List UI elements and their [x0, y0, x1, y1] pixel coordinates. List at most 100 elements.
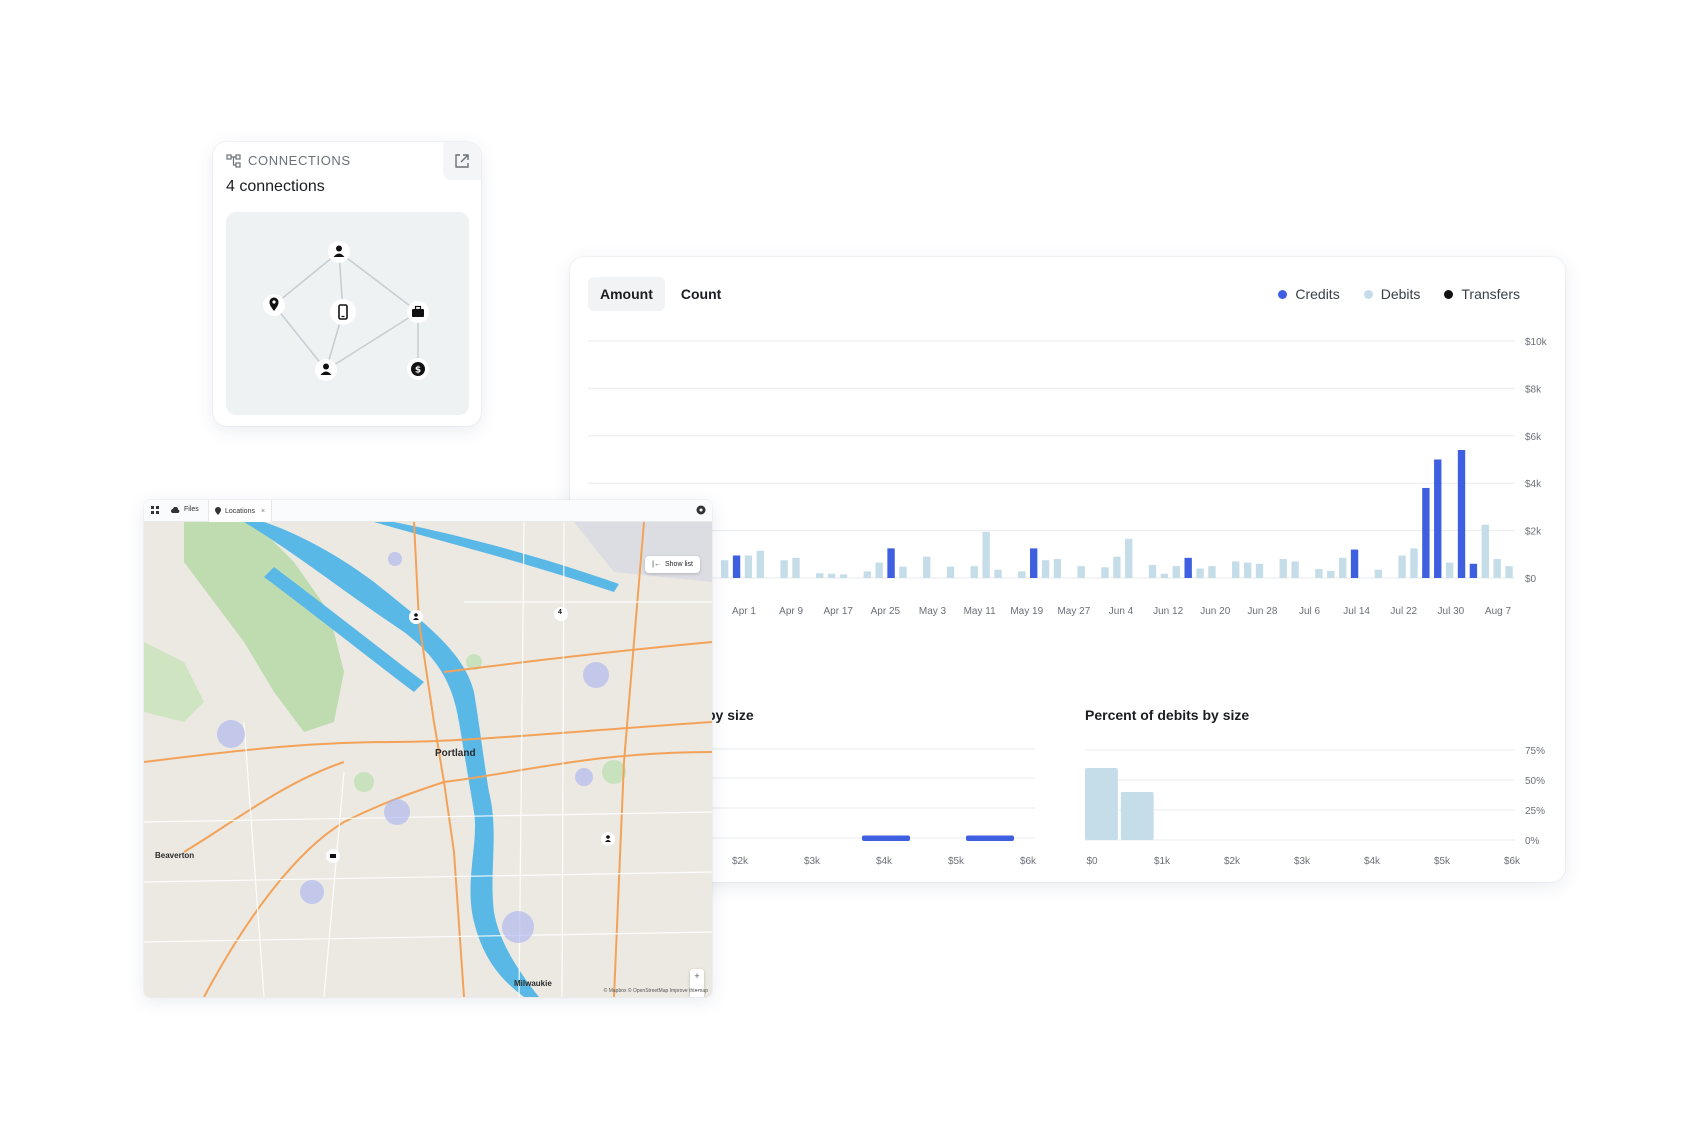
x-tick-label: $5k [1434, 856, 1451, 867]
debit-bar [1338, 557, 1347, 578]
x-tick-label: Apr 9 [779, 606, 803, 617]
debit-bar [1232, 561, 1240, 578]
debit-bar [756, 550, 765, 578]
credit-bar [1029, 548, 1038, 578]
node-location-pin-icon[interactable] [263, 294, 285, 316]
debit-bar [1018, 571, 1026, 578]
node-phone-icon[interactable] [330, 299, 356, 325]
svg-text:$: $ [415, 366, 421, 376]
debit-size-bar [1085, 768, 1118, 840]
open-external-button[interactable] [443, 142, 481, 180]
credit-bar [1184, 557, 1192, 578]
amount-over-time-chart: $0 $2k $4k $6k $8k $10k Apr 1 Apr 9 Apr 17 Apr 25… [588, 337, 1548, 867]
x-tick-label: Apr 25 [871, 606, 901, 617]
credit-bar [1422, 487, 1430, 578]
debit-bar [1172, 566, 1180, 578]
show-list-label: Show list [664, 561, 693, 568]
x-tick-label: Aug 7 [1485, 606, 1512, 617]
credits-by-size-title: by size [707, 707, 754, 723]
x-tick-label: Jul 6 [1299, 606, 1321, 617]
y-tick-label: 25% [1525, 806, 1545, 817]
x-tick-label: May 11 [964, 606, 996, 617]
tab-locations-label: Locations [225, 507, 255, 515]
map-label-milwaukie: Milwaukie [514, 979, 552, 988]
x-tick-label: Jul 22 [1390, 606, 1417, 617]
map-marker-person-icon [601, 832, 615, 846]
map-label-portland: Portland [435, 748, 476, 759]
collapse-left-icon: |← [652, 561, 661, 568]
debit-bar [863, 571, 871, 578]
x-tick-label: Jul 14 [1343, 606, 1370, 617]
show-list-button[interactable]: |← Show list [645, 556, 700, 573]
debit-bar [744, 555, 753, 578]
settings-icon[interactable] [696, 505, 706, 515]
debit-bar [720, 560, 729, 578]
debit-bar [1445, 562, 1454, 578]
y-tick-label: $8k [1525, 384, 1542, 395]
y-tick-label: 75% [1525, 746, 1545, 757]
debit-bar [1374, 569, 1383, 578]
debit-bar [1398, 555, 1406, 578]
map-canvas[interactable]: 4 Portland Beaverton Milwaukie |← Show l… [144, 521, 712, 997]
location-pin-icon [215, 507, 221, 515]
map-marker-briefcase-icon [326, 849, 340, 863]
close-tab-icon[interactable]: × [261, 508, 265, 515]
debit-bar [816, 573, 824, 578]
x-tick-label: Jun 20 [1200, 606, 1230, 617]
connections-icon [226, 153, 241, 168]
x-tick-label: Jun 4 [1109, 606, 1134, 617]
debit-bar [1505, 566, 1513, 578]
x-tick-label: $6k [1504, 856, 1521, 867]
connections-card: CONNECTIONS 4 connections $ [213, 142, 481, 426]
credit-bar [1350, 549, 1359, 578]
x-tick-label: $3k [1294, 856, 1311, 867]
credit-bar [1434, 459, 1442, 578]
map-tab-bar: Files Locations × [144, 500, 712, 522]
debit-bar [1410, 548, 1418, 578]
tab-locations[interactable]: Locations × [208, 500, 273, 522]
x-tick-label: $6k [1020, 856, 1037, 867]
node-person-icon[interactable] [315, 359, 337, 381]
credit-bar [1469, 563, 1478, 578]
debit-bar [1208, 566, 1216, 578]
tab-files[interactable]: Files [171, 506, 199, 513]
node-person-icon[interactable] [328, 241, 350, 263]
node-briefcase-icon[interactable] [407, 301, 429, 323]
x-tick-label: $4k [1364, 856, 1381, 867]
x-tick-label: Apr 17 [824, 606, 854, 617]
debit-bar [1125, 538, 1133, 578]
debit-bar [899, 566, 907, 578]
y-tick-label: 50% [1525, 776, 1545, 787]
debit-bar [875, 562, 883, 578]
x-tick-label: $5k [948, 856, 965, 867]
x-tick-label: May 19 [1010, 606, 1043, 617]
debit-bar [1279, 559, 1287, 578]
debit-bar [1243, 562, 1252, 578]
debit-bar [1327, 570, 1335, 578]
debit-bar [1113, 556, 1121, 578]
connections-graph: $ [226, 212, 469, 415]
x-tick-label: May 27 [1057, 606, 1090, 617]
y-tick-label: $10k [1525, 337, 1548, 348]
debit-size-bar [1120, 792, 1154, 840]
debit-bar [994, 569, 1002, 578]
debit-bar [1053, 559, 1062, 578]
x-tick-label: $4k [876, 856, 893, 867]
x-tick-label: Jun 12 [1153, 606, 1183, 617]
x-tick-label: Apr 1 [732, 606, 756, 617]
map-attribution[interactable]: © Mapbox © OpenStreetMap Improve this ma… [604, 988, 708, 994]
node-dollar-icon[interactable]: $ [407, 358, 429, 380]
map-marker-person-icon [409, 610, 423, 624]
zoom-in-button[interactable]: + [690, 969, 704, 983]
debit-bar [792, 557, 800, 578]
apps-grid-icon[interactable] [151, 506, 159, 514]
debit-bar [1481, 524, 1489, 578]
connections-count: 4 connections [226, 178, 325, 195]
debit-bar [1160, 573, 1169, 578]
debits-by-size-title: Percent of debits by size [1085, 707, 1250, 723]
map-cluster-count[interactable]: 4 [558, 609, 562, 616]
connections-header: CONNECTIONS [226, 153, 351, 168]
debit-bar [1196, 568, 1204, 578]
debit-bar [827, 573, 836, 578]
x-tick-label: May 3 [919, 606, 947, 617]
